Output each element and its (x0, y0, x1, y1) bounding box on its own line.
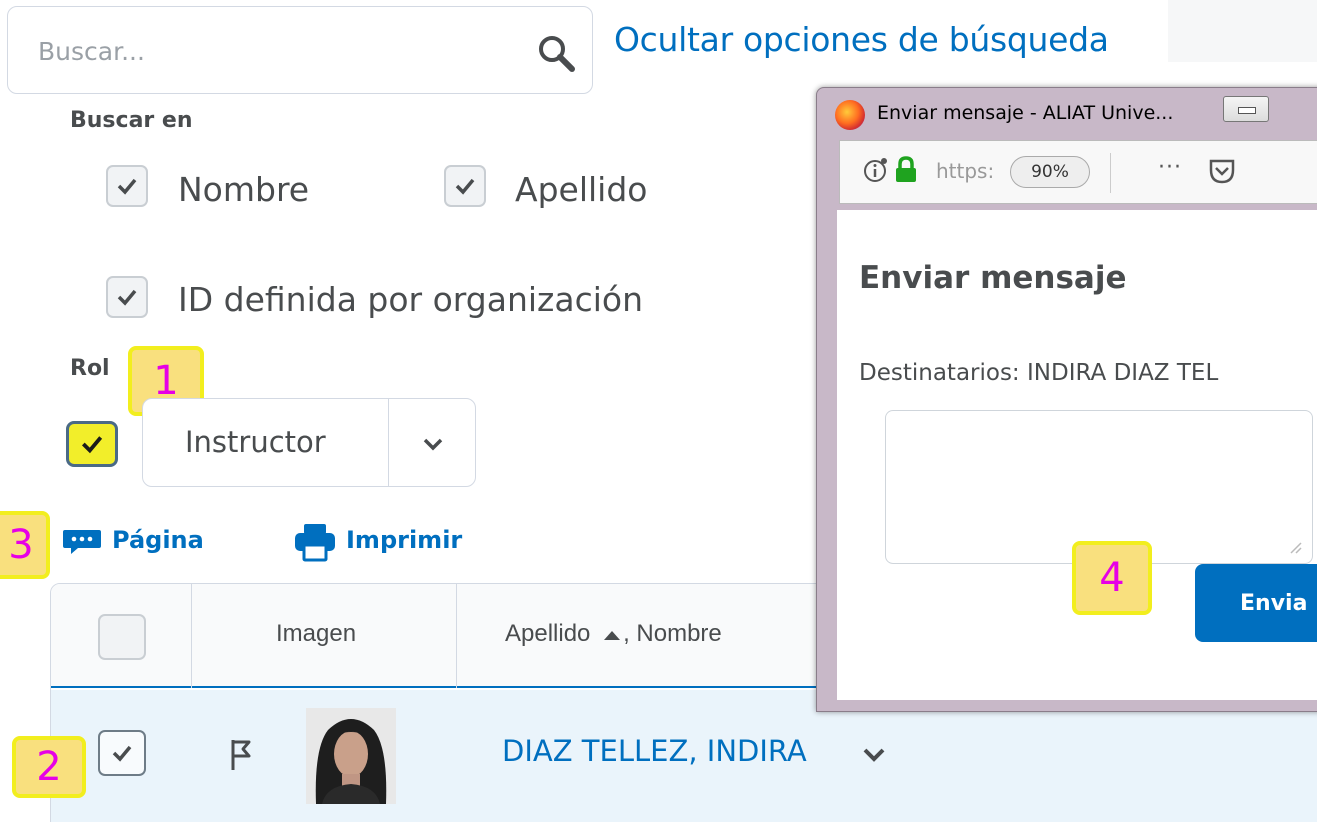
url-separator (1110, 153, 1111, 193)
check-icon (81, 436, 103, 454)
avatar (306, 708, 396, 804)
sort-asc-icon (604, 630, 621, 640)
role-select[interactable]: Instructor (142, 398, 476, 487)
column-divider (191, 584, 192, 688)
callout-4: 4 (1072, 541, 1152, 615)
message-heading: Enviar mensaje (859, 260, 1127, 296)
select-all-checkbox[interactable] (98, 614, 146, 660)
background-strip (1168, 0, 1317, 62)
column-divider (456, 584, 457, 688)
user-name-link[interactable]: DIAZ TELLEZ, INDIRA (502, 734, 807, 768)
chevron-down-icon[interactable] (861, 744, 887, 766)
send-button[interactable]: Envia (1195, 564, 1317, 642)
print-action[interactable]: Imprimir (346, 526, 462, 554)
column-name-label: Apellido (505, 620, 591, 647)
select-divider (388, 399, 389, 486)
zoom-indicator[interactable]: 90% (1010, 156, 1090, 188)
checkbox-nombre-label: Nombre (178, 170, 310, 209)
search-icon[interactable] (536, 33, 576, 73)
flag-icon[interactable] (229, 738, 253, 772)
role-select-value: Instructor (185, 425, 326, 459)
column-image: Imagen (276, 620, 357, 647)
checkbox-apellido[interactable] (444, 165, 486, 207)
more-icon[interactable]: ··· (1158, 155, 1182, 180)
checkbox-apellido-label: Apellido (515, 170, 648, 209)
address-bar[interactable]: https: 90% ··· (839, 140, 1317, 204)
pocket-icon[interactable] (1208, 157, 1236, 185)
chevron-down-icon (423, 438, 443, 451)
page-action[interactable]: Página (112, 526, 204, 554)
callout-3: 3 (0, 511, 50, 579)
column-name[interactable]: Apellido , Nombre (505, 620, 722, 648)
message-form: Enviar mensaje Destinatarios: INDIRA DIA… (837, 210, 1317, 700)
hide-search-options-link[interactable]: Ocultar opciones de búsqueda (614, 20, 1109, 59)
check-icon (117, 289, 137, 306)
message-icon (63, 530, 101, 554)
checkbox-org-id[interactable] (106, 276, 148, 318)
check-icon (117, 178, 137, 195)
callout-2: 2 (12, 736, 86, 798)
check-icon (112, 745, 132, 762)
send-message-window: Enviar mensaje - ALIAT Unive... https: 9… (816, 87, 1317, 712)
role-label: Rol (70, 356, 110, 381)
search-in-label: Buscar en (70, 108, 193, 133)
row-checkbox[interactable] (98, 730, 146, 776)
minimize-button[interactable] (1223, 96, 1269, 122)
column-name-suffix: , Nombre (623, 620, 722, 647)
checkbox-org-id-label: ID definida por organización (178, 280, 643, 319)
check-icon (455, 178, 475, 195)
window-title: Enviar mensaje - ALIAT Unive... (877, 102, 1174, 124)
lock-icon (896, 156, 916, 182)
checkbox-nombre[interactable] (106, 165, 148, 207)
firefox-icon (835, 100, 865, 130)
printer-icon (295, 524, 335, 562)
search-input[interactable] (38, 29, 508, 73)
recipients-text: Destinatarios: INDIRA DIAZ TEL (859, 360, 1219, 386)
info-icon[interactable] (862, 156, 890, 184)
url-text: https: (936, 159, 995, 183)
search-box (7, 6, 593, 94)
resize-grip-icon[interactable] (1288, 540, 1302, 554)
role-checkbox[interactable] (66, 421, 118, 467)
